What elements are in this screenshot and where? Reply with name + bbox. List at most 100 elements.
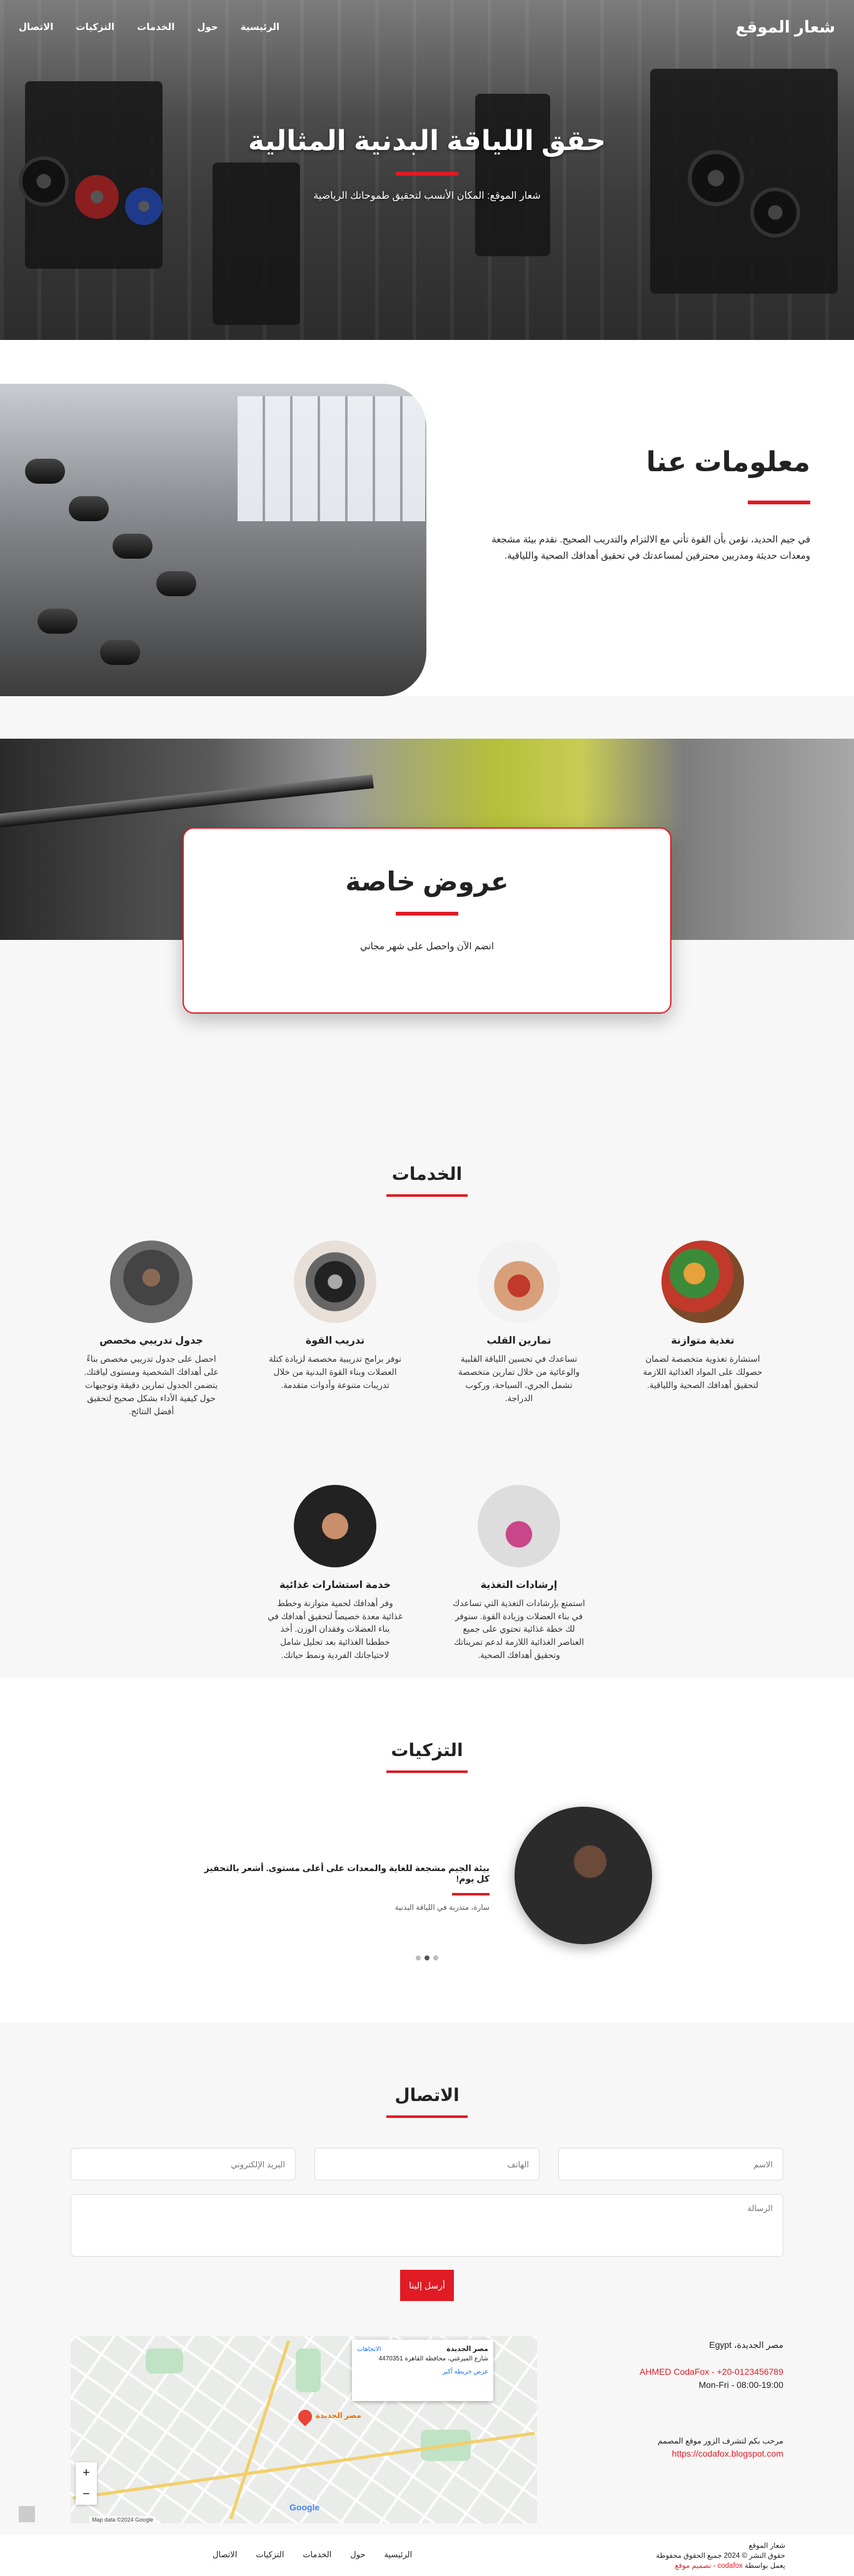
testimonial-text: بيئة الجيم مشجعة للغاية والمعدات على أعل…: [202, 1807, 490, 1944]
contact-phone: AHMED CodaFox - +20-0123456789: [640, 2367, 783, 2377]
map-info-card: مصر الجديدة شارع الميرغني، محافظة القاهر…: [352, 2340, 493, 2401]
footer-site-name: شعار الموقع: [748, 2542, 785, 2550]
offer-card: عروض خاصة انضم الآن واحصل على شهر مجاني: [183, 827, 671, 1014]
contact-divider: [386, 2115, 468, 2118]
hero-section: شعار الموقع الرئيسية حول الخدمات التزكيا…: [0, 0, 854, 340]
map-road: [73, 2432, 535, 2500]
dumbbell-decoration: [25, 459, 65, 484]
nav-testimonials[interactable]: التزكيات: [76, 21, 114, 32]
map-larger-link[interactable]: عرض خريطة أكبر: [357, 2369, 488, 2375]
map-pin-icon[interactable]: [295, 2407, 315, 2427]
map-zoom-controls: + −: [76, 2462, 97, 2505]
scroll-to-top-button[interactable]: [19, 2506, 35, 2522]
footer-nav-services[interactable]: الخدمات: [303, 2550, 331, 2560]
testimonial-quote: بيئة الجيم مشجعة للغاية والمعدات على أعل…: [204, 1863, 490, 1884]
name-input[interactable]: [558, 2148, 783, 2180]
service-desc: احصل على جدول تدريبي مخصص بناءً على أهدا…: [84, 1354, 219, 1416]
map-park: [146, 2349, 183, 2374]
nutrition-guidance-image: [478, 1484, 560, 1567]
nav-links: الرئيسية حول الخدمات التزكيات الاتصال: [19, 21, 279, 32]
message-input[interactable]: [71, 2194, 783, 2257]
strength-image: [294, 1241, 376, 1323]
contact-info: مصر الجديدة، Egypt AHMED CodaFox - +20-0…: [596, 2336, 783, 2524]
dumbbell-decoration: [69, 496, 109, 521]
nav-services[interactable]: الخدمات: [137, 21, 174, 32]
footer-nav-home[interactable]: الرئيسية: [384, 2550, 412, 2560]
testimonials-divider: [386, 1770, 468, 1773]
gym-window: [238, 396, 425, 521]
footer-powered-brand[interactable]: codafox: [718, 2562, 743, 2570]
phone-input[interactable]: [314, 2148, 540, 2180]
service-desc: استشارة تغذوية متخصصة لضمان حصولك على ال…: [643, 1354, 763, 1390]
footer-nav-testimonials[interactable]: التزكيات: [256, 2550, 284, 2560]
email-input[interactable]: [71, 2148, 296, 2180]
zoom-out-button[interactable]: −: [76, 2484, 97, 2505]
contact-hours: Mon-Fri - 08:00-19:00: [698, 2380, 783, 2390]
map-road: [229, 2340, 291, 2520]
footer: شعار الموقع حقوق النشر © 2024 جميع الحقو…: [0, 2506, 854, 2576]
services-divider: [386, 1194, 468, 1197]
map-embed[interactable]: مصر الجديدة شارع الميرغني، محافظة القاهر…: [71, 2336, 537, 2524]
hero-content: حقق اللياقة البدنية المثالية شعار الموقع…: [0, 125, 854, 202]
barbell-decoration: [0, 774, 374, 827]
form-row: [71, 2148, 783, 2180]
zoom-in-button[interactable]: +: [76, 2462, 97, 2484]
offer-title: عروض خاصة: [345, 867, 509, 896]
footer-powered-suffix: - تصميم موقع: [675, 2562, 718, 2570]
contact-section: الاتصال أرسل إلينا مصر الجديدة، Egypt AH…: [0, 2022, 854, 2535]
testimonial-photo: [515, 1807, 652, 1944]
hero-divider: [396, 172, 458, 176]
about-image: [0, 384, 426, 696]
service-title: تغذية متوازنة: [671, 1335, 735, 1346]
service-desc: تساعدك في تحسين اللياقة القلبية والوعائي…: [458, 1354, 580, 1403]
contact-title: الاتصال: [394, 2085, 460, 2105]
nav-home[interactable]: الرئيسية: [241, 21, 279, 32]
offer-divider: [396, 912, 458, 916]
carousel-dot[interactable]: [416, 1955, 421, 1960]
footer-nav-about[interactable]: حول: [350, 2550, 365, 2560]
dumbbell-decoration: [100, 640, 140, 665]
footer-powered: يعمل بواسطة codafox - تصميم موقع: [656, 2561, 785, 2571]
service-desc: استمتع بإرشادات التغذية التي تساعدك في ب…: [453, 1598, 585, 1660]
offer-section: عروض خاصة انضم الآن واحصل على شهر مجاني: [0, 696, 854, 1052]
service-desc: وفر أهدافك لحمية متوازنة وخطط غذائية معد…: [268, 1598, 403, 1660]
footer-powered-prefix: يعمل بواسطة: [742, 2562, 785, 2570]
credit-line: مرحب بكم لتشرف الزور موقع المصمم: [657, 2437, 783, 2445]
credit-link[interactable]: https://codafox.blogspot.com: [672, 2449, 783, 2459]
contact-address: مصر الجديدة، Egypt: [709, 2340, 783, 2350]
offer-text: انضم الآن واحصل على شهر مجاني: [359, 941, 495, 952]
map-card-address: شارع الميرغني، محافظة القاهرة 4470351: [378, 2355, 488, 2362]
map-park: [296, 2349, 321, 2392]
site-logo[interactable]: شعار الموقع: [736, 17, 835, 37]
footer-nav-contact[interactable]: الاتصال: [213, 2550, 237, 2560]
testimonials-section: التزكيات بيئة الجيم مشجعة للغاية والمعدا…: [0, 1677, 854, 2022]
service-title: تمارين القلب: [486, 1335, 551, 1346]
service-card: إرشادات التغذية استمتع بإرشادات التغذية …: [451, 1484, 586, 1663]
training-plan-image: [110, 1241, 193, 1323]
dumbbell-decoration: [113, 534, 153, 559]
service-title: تدريب القوة: [305, 1335, 365, 1346]
hero-title: حقق اللياقة البدنية المثالية: [248, 126, 606, 156]
diet-consulting-image: [294, 1484, 376, 1567]
footer-copyright: شعار الموقع حقوق النشر © 2024 جميع الحقو…: [656, 2541, 785, 2571]
cardio-image: [478, 1241, 560, 1323]
service-card: تدريب القوة نوفر برامج تدريبية مخصصة لزي…: [268, 1241, 403, 1419]
map-directions-link[interactable]: الاتجاهات: [357, 2346, 381, 2353]
carousel-dot-active[interactable]: [424, 1955, 430, 1960]
about-divider: [748, 501, 810, 504]
service-card: خدمة استشارات غذائية وفر أهدافك لحمية مت…: [268, 1484, 403, 1663]
carousel-dot[interactable]: [433, 1955, 438, 1960]
map-place-label: مصر الجديدة: [316, 2411, 361, 2420]
testimonial-divider: [452, 1893, 490, 1895]
send-button[interactable]: أرسل إلينا: [400, 2270, 454, 2301]
about-section: معلومات عنا في جيم الحديد، نؤمن بأن القو…: [0, 340, 854, 696]
contact-form: أرسل إلينا: [71, 2148, 783, 2301]
google-logo: Google: [289, 2502, 320, 2512]
nav-contact[interactable]: الاتصال: [19, 21, 53, 32]
dumbbell-decoration: [38, 609, 78, 634]
service-title: خدمة استشارات غذائية: [279, 1579, 391, 1590]
nav-about[interactable]: حول: [197, 21, 218, 32]
about-title: معلومات عنا: [646, 447, 810, 477]
hero-subtitle: شعار الموقع: المكان الأنسب لتحقيق طموحات…: [313, 191, 541, 201]
service-desc: نوفر برامج تدريبية مخصصة لزيادة كتلة الع…: [268, 1354, 402, 1390]
